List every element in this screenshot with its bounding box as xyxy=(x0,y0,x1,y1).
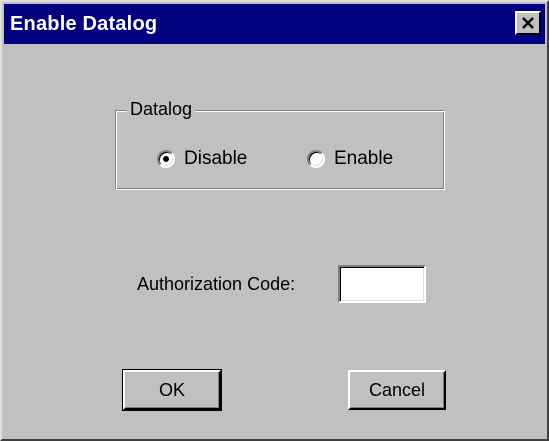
radio-disable-label[interactable]: Disable xyxy=(184,148,247,170)
close-icon xyxy=(522,17,534,29)
radio-disable[interactable]: Disable xyxy=(157,148,247,170)
title-bar[interactable]: Enable Datalog xyxy=(4,4,545,44)
radio-enable-circle[interactable] xyxy=(307,150,325,168)
dialog-title: Enable Datalog xyxy=(10,13,158,35)
enable-datalog-dialog: Enable Datalog Datalog Disable Enable Au… xyxy=(0,0,549,441)
radio-disable-circle[interactable] xyxy=(157,150,175,168)
cancel-button[interactable]: Cancel xyxy=(348,370,446,410)
radio-selected-dot xyxy=(163,156,169,162)
authorization-code-label: Authorization Code: xyxy=(137,274,296,294)
authorization-code-input[interactable] xyxy=(338,265,426,303)
close-button[interactable] xyxy=(515,11,541,35)
radio-enable-label[interactable]: Enable xyxy=(334,148,393,170)
ok-button[interactable]: OK xyxy=(122,369,222,411)
datalog-group-label: Datalog xyxy=(127,99,196,120)
radio-enable[interactable]: Enable xyxy=(307,148,393,170)
